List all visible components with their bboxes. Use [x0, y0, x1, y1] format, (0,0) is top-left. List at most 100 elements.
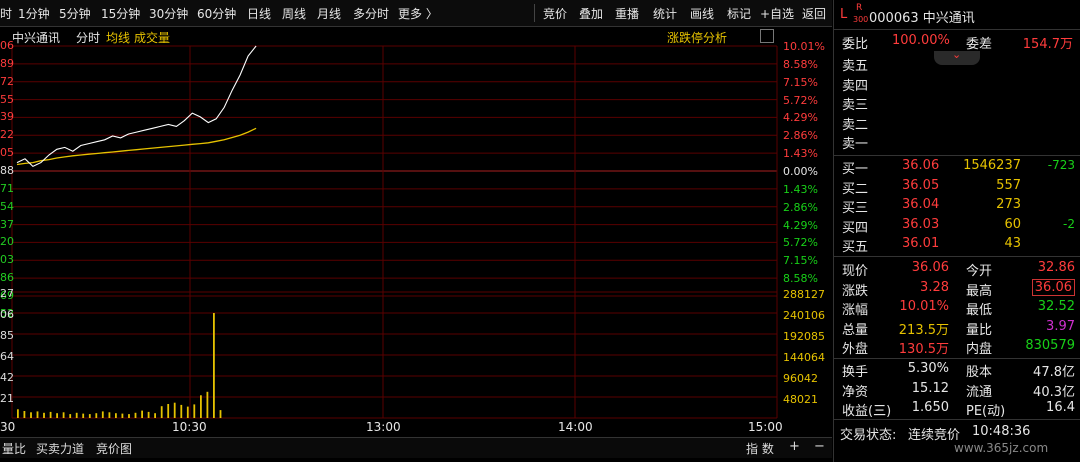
period-weekly[interactable]: 周线: [282, 5, 306, 22]
tool-draw-line[interactable]: 画线: [690, 5, 714, 22]
bid-row: 买二 36.05 557: [834, 178, 1080, 197]
clock-time: 10:48:36: [972, 424, 1031, 439]
pct-down-tick: 5.72%: [783, 236, 818, 250]
bid-volume: 60: [1004, 216, 1021, 232]
bid-price: 36.01: [902, 236, 940, 251]
period-daily[interactable]: 日线: [247, 5, 271, 22]
bid-change: -723: [1047, 158, 1075, 172]
bid-label: 买三: [842, 201, 869, 216]
stat-row: 涨跌 3.28 最高 36.06: [834, 278, 1080, 299]
tool-back[interactable]: 返回: [802, 5, 826, 22]
volume-bar: [43, 412, 45, 418]
period-more[interactable]: 更多 〉: [398, 5, 438, 22]
volume-tick: 288127: [783, 288, 825, 301]
bid-volume: 1546237: [963, 158, 1021, 173]
volume-bar: [62, 412, 65, 418]
stat-value: 3.97: [1046, 318, 1075, 334]
volume-bar: [180, 404, 183, 418]
tool-mark[interactable]: 标记: [727, 5, 751, 22]
volume-bar: [101, 411, 104, 418]
fundamental-row: 换手 5.30% 股本 47.8亿: [834, 361, 1080, 380]
left-volume-tick: 27: [0, 287, 14, 300]
weibi-value: 100.00%: [892, 33, 950, 48]
stat-value: 830579: [1025, 338, 1075, 353]
bid-price: 36.05: [902, 177, 940, 193]
stat-label: 量比: [966, 322, 993, 338]
volume-tick: 48021: [783, 393, 818, 406]
fundamental-value: 5.30%: [907, 361, 949, 376]
volume-bar: [167, 404, 170, 418]
ask-row: 卖二: [834, 114, 1080, 133]
period-1min[interactable]: 1分钟: [18, 5, 50, 22]
volume-bar: [200, 395, 202, 418]
period-5min[interactable]: 5分钟: [59, 5, 91, 22]
bid-price: 36.04: [902, 197, 940, 212]
tab-auction-chart[interactable]: 竞价图: [96, 440, 132, 457]
bottom-tab-bar: 量比 买卖力道 竞价图 指 数 + −: [0, 437, 832, 458]
pct-up-tick: 2.86%: [783, 129, 818, 143]
pct-up-tick: 10.01%: [783, 40, 825, 53]
intraday-chart[interactable]: 中兴通讯 分时 均线 成交量 涨跌停分析 06 89 72 55 39 22 05 88 71 5…: [0, 26, 832, 436]
fundamental-label: 换手: [842, 365, 869, 380]
index-button[interactable]: 指 数: [746, 440, 774, 457]
left-volume-tick: 21: [0, 392, 14, 405]
left-price-tick: 37: [0, 217, 14, 231]
stat-row: 外盘 130.5万 内盘 830579: [834, 338, 1080, 357]
left-price-tick: 06: [0, 39, 14, 52]
fundamental-row: 净资 15.12 流通 40.3亿: [834, 381, 1080, 400]
stat-value: 36.06: [911, 260, 949, 275]
chart-svg[interactable]: [0, 26, 832, 436]
volume-bar: [115, 413, 117, 418]
tab-intraday[interactable]: 时: [0, 5, 12, 22]
tool-add-favorite[interactable]: +自选: [760, 5, 794, 22]
x-tick-1300: 13:00: [366, 420, 401, 434]
zoom-out-button[interactable]: −: [814, 439, 825, 454]
fundamental-value: 15.12: [911, 380, 949, 396]
left-price-tick: 72: [0, 74, 14, 88]
avg-price-line: [16, 127, 257, 166]
left-volume-tick: 64: [0, 350, 14, 363]
left-price-tick: 39: [0, 110, 14, 124]
volume-bar: [213, 313, 215, 418]
zoom-in-button[interactable]: +: [789, 439, 800, 454]
avg-line-label: 均线: [106, 31, 131, 45]
tool-replay[interactable]: 重播: [615, 5, 639, 22]
volume-bar: [186, 406, 189, 418]
volume-bar: [108, 412, 111, 418]
period-multi-intraday[interactable]: 多分时: [353, 5, 389, 22]
toolbar-divider: [534, 4, 535, 22]
bid-change: -2: [1063, 216, 1075, 231]
stat-label: 外盘: [842, 342, 869, 357]
volume-tick: 192085: [783, 330, 825, 343]
period-60min[interactable]: 60分钟: [197, 5, 236, 22]
left-volume-tick: 42: [0, 371, 14, 384]
mode-label[interactable]: 分时: [76, 29, 100, 46]
volume-bar: [36, 411, 39, 418]
pct-down-tick: 4.29%: [783, 218, 818, 232]
volume-bar: [56, 413, 58, 418]
weicha-value: 154.7万: [1022, 37, 1073, 52]
checkbox-icon[interactable]: [760, 29, 774, 43]
volume-bar: [154, 413, 156, 418]
volume-bar: [173, 402, 176, 418]
stat-label: 总量: [842, 322, 869, 338]
period-monthly[interactable]: 月线: [317, 5, 341, 22]
limit-analysis-link[interactable]: 涨跌停分析: [667, 29, 727, 46]
stat-value: 32.86: [1037, 260, 1075, 275]
tool-statistics[interactable]: 统计: [653, 5, 677, 22]
stat-label: 内盘: [966, 342, 993, 357]
period-15min[interactable]: 15分钟: [101, 5, 140, 22]
pct-down-tick: 1.43%: [783, 182, 818, 196]
tab-buy-sell-force[interactable]: 买卖力道: [36, 440, 84, 457]
period-30min[interactable]: 30分钟: [149, 5, 188, 22]
tool-overlay[interactable]: 叠加: [579, 5, 603, 22]
tab-volume-ratio[interactable]: 量比: [2, 440, 26, 457]
volume-bar: [206, 391, 209, 418]
stat-row: 现价 36.06 今开 32.86: [834, 260, 1080, 279]
stat-value: 32.52: [1037, 299, 1075, 314]
pct-down-tick: 8.58%: [783, 272, 818, 286]
x-tick-1030: 10:30: [172, 420, 207, 434]
left-price-tick: 22: [0, 128, 14, 142]
tool-auction[interactable]: 竞价: [543, 5, 567, 22]
bid-row: 买三 36.04 273: [834, 197, 1080, 216]
